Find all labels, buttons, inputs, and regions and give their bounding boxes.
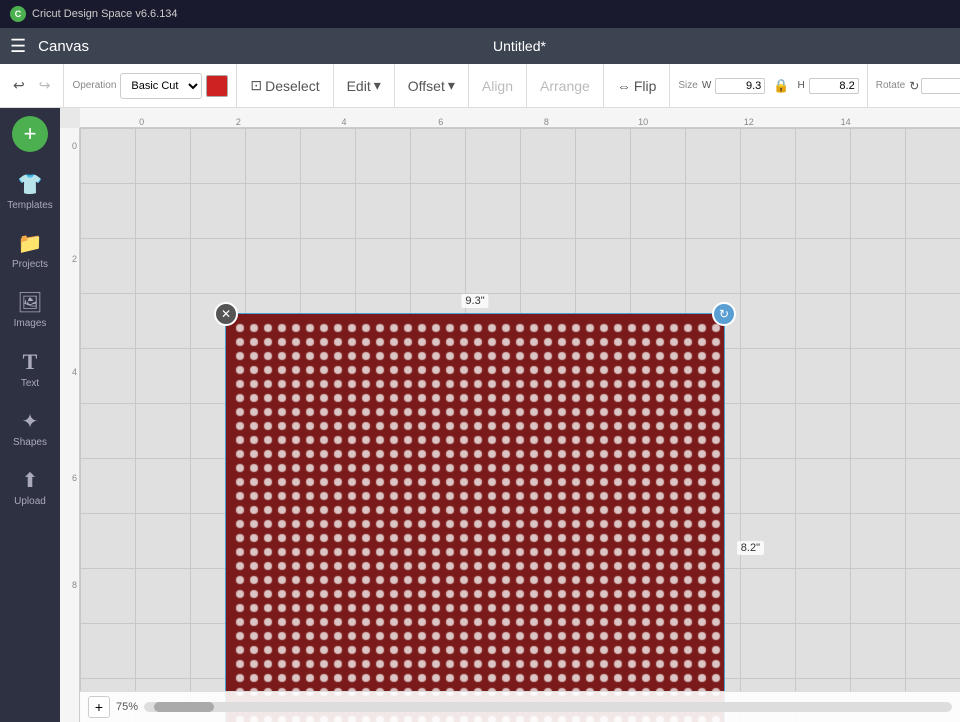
main-area: + 👕 Templates 📁 Projects 🖼 Images T Text… <box>0 108 960 722</box>
text-label: Text <box>21 378 39 389</box>
ruler-tick-4: 4 <box>341 117 346 127</box>
ruler-tick-8: 8 <box>544 117 549 127</box>
sidebar-item-upload[interactable]: ⬆ Upload <box>0 460 60 515</box>
height-dimension-label: 8.2" <box>737 541 764 555</box>
rotate-handle[interactable]: ↻ <box>712 302 736 326</box>
edit-group: Edit ▾ <box>342 64 395 107</box>
size-label-text: Size <box>678 80 697 91</box>
color-swatch[interactable] <box>206 75 228 97</box>
operation-select[interactable]: Basic Cut <box>120 73 202 99</box>
deselect-button[interactable]: ⊡ Deselect <box>245 74 324 97</box>
align-group: Align <box>477 64 527 107</box>
ruler-tick-6: 6 <box>438 117 443 127</box>
sidebar-item-templates[interactable]: 👕 Templates <box>0 164 60 219</box>
width-dimension-label: 9.3" <box>461 294 488 308</box>
add-button[interactable]: + <box>12 116 48 152</box>
upload-label: Upload <box>14 496 46 507</box>
edit-chevron-icon: ▾ <box>374 77 381 94</box>
offset-button[interactable]: Offset ▾ <box>403 74 460 97</box>
sidebar-item-images[interactable]: 🖼 Images <box>0 282 60 337</box>
images-label: Images <box>14 318 47 329</box>
ruler-tick-v-0: 0 <box>60 141 79 151</box>
app-version: v6.6.134 <box>135 8 177 20</box>
ruler-tick-v-4: 4 <box>60 367 79 377</box>
height-input[interactable] <box>809 78 859 94</box>
upload-icon: ⬆ <box>22 468 39 493</box>
size-group: Size W 🔒 H <box>678 64 867 107</box>
flip-icon: ⇔ <box>617 78 631 94</box>
shapes-icon: ✦ <box>22 409 39 434</box>
bottom-bar: + 75% <box>80 691 960 722</box>
rotate-input[interactable] <box>921 78 960 94</box>
operation-group: Operation Basic Cut <box>72 64 237 107</box>
templates-icon: 👕 <box>18 172 43 197</box>
zoom-in-button[interactable]: + <box>88 696 110 718</box>
sidebar-item-text[interactable]: T Text <box>0 341 60 397</box>
lock-aspect-button[interactable]: 🔒 <box>769 74 793 98</box>
rotate-icon: ↻ <box>909 79 919 93</box>
arrange-button[interactable]: Arrange <box>535 75 595 97</box>
shapes-label: Shapes <box>13 437 47 448</box>
undo-button[interactable]: ↩ <box>8 74 30 97</box>
offset-group: Offset ▾ <box>403 64 469 107</box>
flip-button[interactable]: ⇔ Flip <box>612 75 662 97</box>
canvas-label: Canvas <box>38 38 89 55</box>
ruler-tick-10: 10 <box>638 117 648 127</box>
ruler-tick-v-6: 6 <box>60 473 79 483</box>
ruler-tick-2: 2 <box>236 117 241 127</box>
templates-label: Templates <box>7 200 53 211</box>
canvas-area[interactable]: 0 2 4 6 8 10 12 14 0 2 4 6 8 <box>60 108 960 722</box>
object-fill <box>226 314 724 722</box>
align-button[interactable]: Align <box>477 75 518 97</box>
nav-bar: ☰ Canvas Untitled* <box>0 28 960 64</box>
flip-group: ⇔ Flip <box>612 64 671 107</box>
app-name: Cricut Design Space <box>32 8 132 20</box>
title-bar: C Cricut Design Space v6.6.134 <box>0 0 960 28</box>
sidebar-item-shapes[interactable]: ✦ Shapes <box>0 401 60 456</box>
document-title: Untitled* <box>89 38 950 54</box>
selected-object[interactable]: 9.3" 8.2" ✕ ↻ 🔒 ↗ <box>225 313 725 722</box>
deselect-group: ⊡ Deselect <box>245 64 333 107</box>
scrollbar-thumb[interactable] <box>154 702 214 712</box>
deselect-icon: ⊡ <box>250 77 262 94</box>
edit-button[interactable]: Edit ▾ <box>342 74 386 97</box>
text-icon: T <box>23 349 38 375</box>
offset-chevron-icon: ▾ <box>448 77 455 94</box>
images-icon: 🖼 <box>17 290 42 315</box>
operation-label-text: Operation <box>72 80 116 91</box>
sidebar-item-projects[interactable]: 📁 Projects <box>0 223 60 278</box>
horizontal-scrollbar[interactable] <box>144 702 952 712</box>
ruler-vertical: 0 2 4 6 8 <box>60 128 80 722</box>
rotate-group: Rotate ↻ <box>876 64 960 107</box>
projects-icon: 📁 <box>18 231 43 256</box>
zoom-level-display: 75% <box>116 701 138 713</box>
undo-redo-group: ↩ ↪ <box>8 64 64 107</box>
canvas-grid[interactable]: 9.3" 8.2" ✕ ↻ 🔒 ↗ <box>80 128 960 722</box>
ruler-tick-0: 0 <box>139 117 144 127</box>
ruler-tick-v-2: 2 <box>60 254 79 264</box>
toolbar: ↩ ↪ Operation Basic Cut ⊡ Deselect Edit … <box>0 64 960 108</box>
height-label: H <box>797 80 804 91</box>
arrange-group: Arrange <box>535 64 604 107</box>
sidebar: + 👕 Templates 📁 Projects 🖼 Images T Text… <box>0 108 60 722</box>
ruler-tick-12: 12 <box>744 117 754 127</box>
rotate-label-text: Rotate <box>876 80 905 91</box>
ruler-tick-v-8: 8 <box>60 580 79 590</box>
close-handle[interactable]: ✕ <box>214 302 238 326</box>
hamburger-menu[interactable]: ☰ <box>10 36 26 57</box>
ruler-tick-14: 14 <box>841 117 851 127</box>
projects-label: Projects <box>12 259 48 270</box>
app-logo: C <box>10 6 26 22</box>
ruler-horizontal: 0 2 4 6 8 10 12 14 <box>80 108 960 128</box>
width-label: W <box>702 80 711 91</box>
width-input[interactable] <box>715 78 765 94</box>
redo-button[interactable]: ↪ <box>34 74 56 97</box>
